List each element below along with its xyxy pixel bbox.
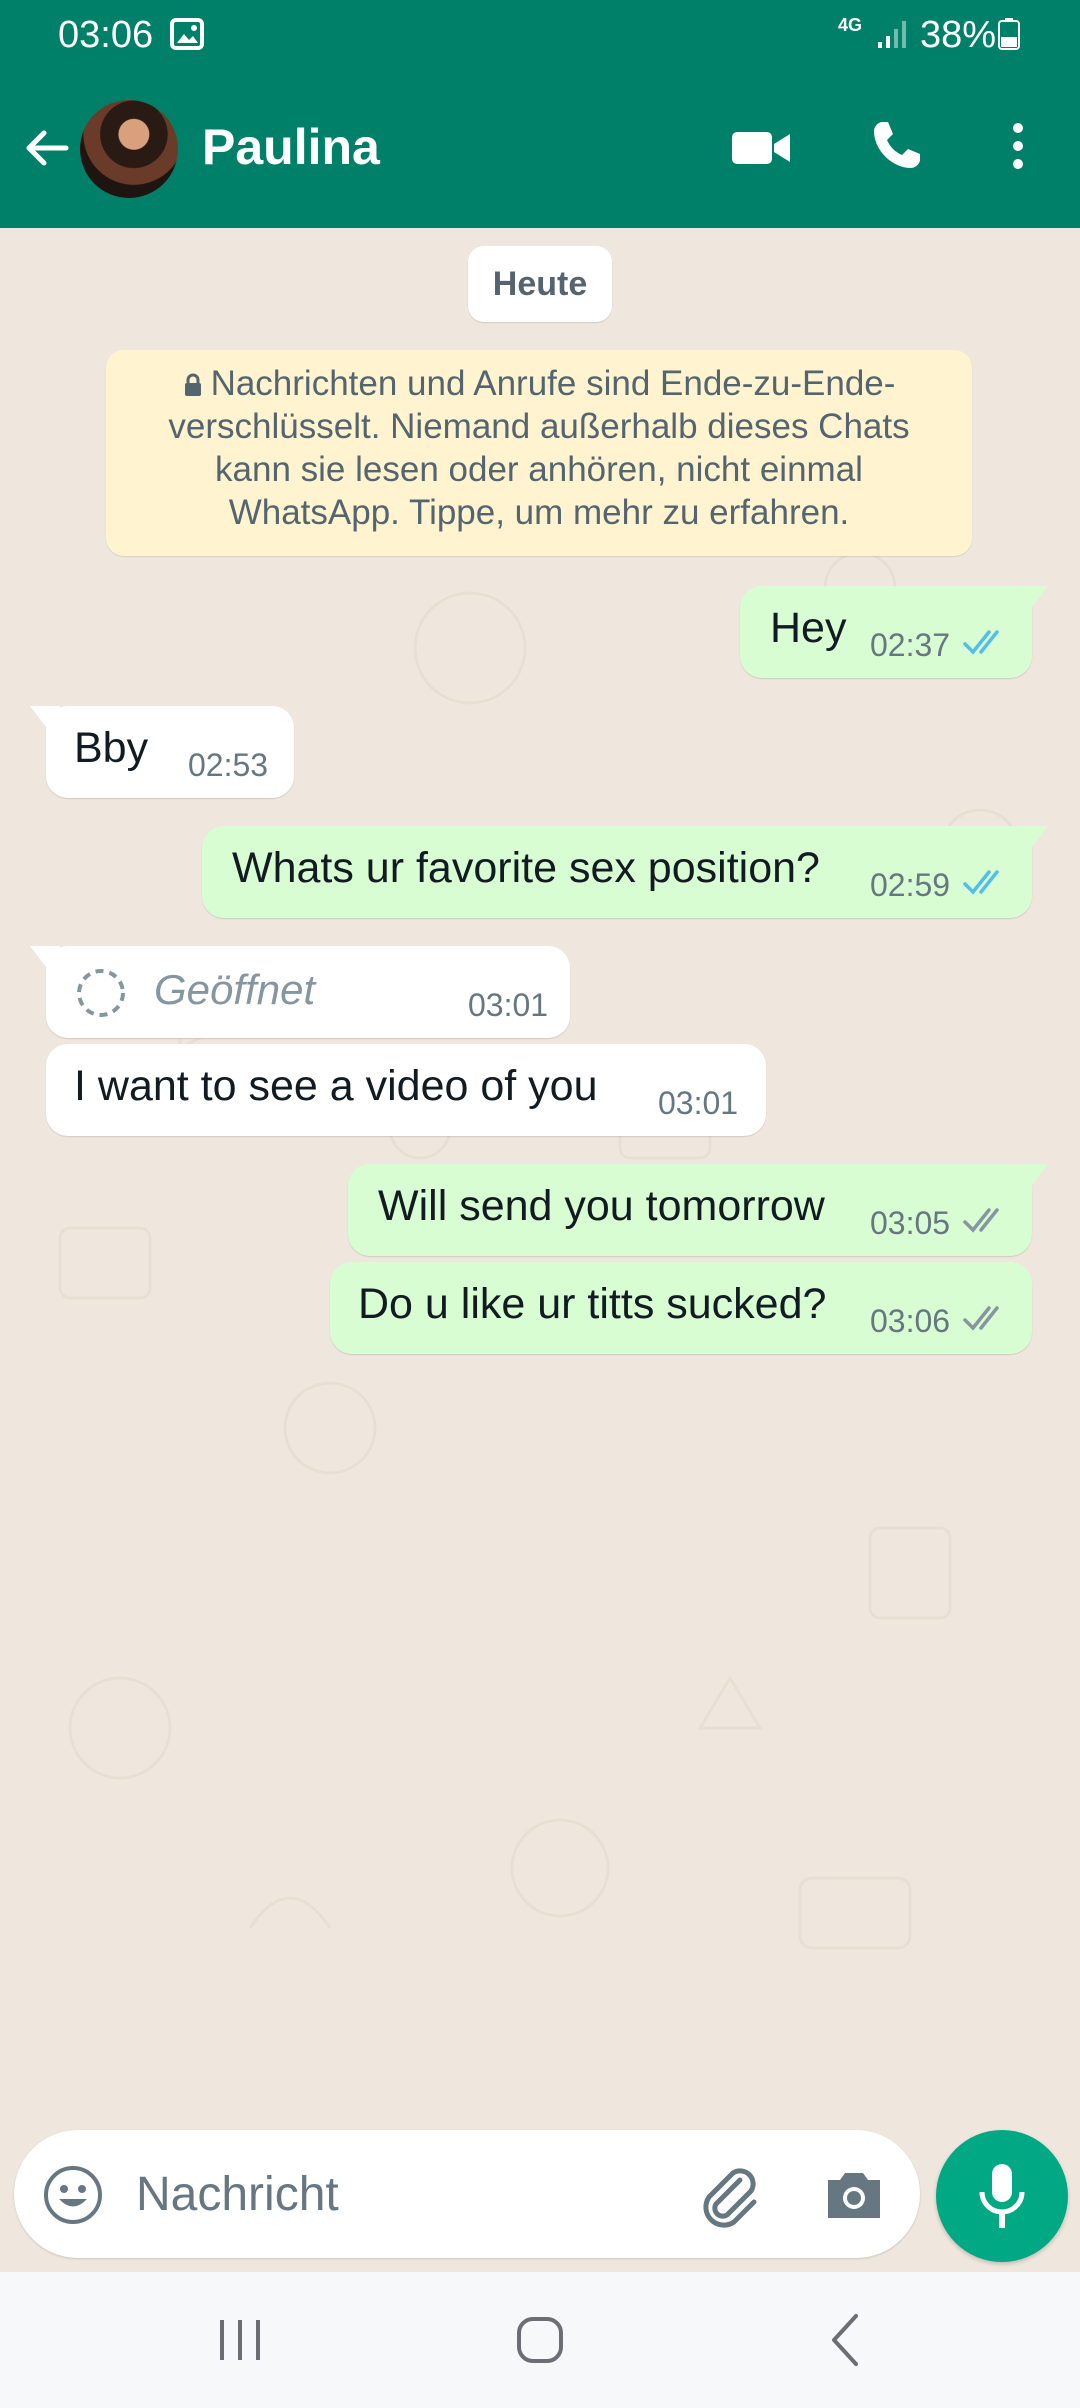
battery-level: 38% xyxy=(920,14,997,56)
contact-name[interactable]: Paulina xyxy=(202,118,380,176)
message-bubble-outgoing[interactable]: Will send you tomorrow 03:05 xyxy=(348,1164,1048,1256)
double-check-read-icon xyxy=(963,630,999,655)
message-text: Bby xyxy=(74,724,149,772)
chat-header: Paulina xyxy=(0,70,1080,228)
gallery-notification-icon xyxy=(170,18,204,50)
view-once-opened-bubble[interactable]: Geöffnet 03:01 xyxy=(30,946,570,1038)
double-check-read-icon xyxy=(963,870,999,895)
lock-icon xyxy=(184,373,201,396)
camera-icon[interactable] xyxy=(822,2162,886,2226)
bubble-tail xyxy=(30,706,60,732)
message-text: Hey xyxy=(770,604,847,652)
recent-apps-icon[interactable] xyxy=(210,2312,270,2368)
phone-icon[interactable] xyxy=(866,116,926,176)
status-bar: 03:06 4G 38% xyxy=(0,0,1080,70)
date-chip: Heute xyxy=(468,246,612,322)
emoji-icon[interactable] xyxy=(42,2164,104,2226)
status-time: 03:06 xyxy=(58,14,154,56)
message-bubble-outgoing[interactable]: Whats ur favorite sex position? 02:59 xyxy=(202,826,1048,918)
message-text: Whats ur favorite sex position? xyxy=(232,844,820,892)
message-time: 03:05 xyxy=(870,1205,951,1241)
microphone-icon xyxy=(979,2164,1025,2228)
encryption-notice-text: Nachrichten und Anrufe sind Ende-zu-Ende… xyxy=(168,364,910,532)
bubble-tail xyxy=(30,946,60,972)
message-bubble-outgoing[interactable]: Hey 02:37 xyxy=(740,586,1048,678)
encryption-notice[interactable]: Nachrichten und Anrufe sind Ende-zu-Ende… xyxy=(106,350,972,556)
paperclip-icon[interactable] xyxy=(694,2160,764,2230)
message-composer xyxy=(14,2130,920,2258)
video-camera-icon[interactable] xyxy=(730,120,794,176)
message-time: 03:01 xyxy=(468,987,549,1023)
double-check-delivered-icon xyxy=(963,1208,999,1233)
more-vertical-icon[interactable] xyxy=(990,116,1046,176)
nav-back-icon[interactable] xyxy=(816,2308,876,2372)
message-bubble-incoming[interactable]: I want to see a video of you 03:01 xyxy=(46,1044,766,1136)
system-navigation-bar xyxy=(0,2272,1080,2408)
double-check-delivered-icon xyxy=(963,1306,999,1331)
message-text: Do u like ur titts sucked? xyxy=(358,1280,827,1328)
message-bubble-incoming[interactable]: Bby 02:53 xyxy=(30,706,294,798)
message-time: 02:37 xyxy=(870,627,951,663)
contact-avatar[interactable] xyxy=(80,100,178,198)
message-time: 03:06 xyxy=(870,1303,951,1339)
message-bubble-outgoing[interactable]: Do u like ur titts sucked? 03:06 xyxy=(330,1262,1032,1354)
bubble-tail xyxy=(1018,1164,1048,1190)
microphone-button[interactable] xyxy=(936,2130,1068,2262)
message-time: 02:53 xyxy=(188,747,269,783)
message-input[interactable] xyxy=(136,2166,676,2222)
message-time: 03:01 xyxy=(658,1085,739,1121)
view-once-icon xyxy=(77,969,125,1017)
message-time: 02:59 xyxy=(870,867,951,903)
bubble-tail xyxy=(1018,586,1048,612)
signal-icon xyxy=(878,21,906,48)
home-icon[interactable] xyxy=(510,2310,570,2370)
network-type: 4G xyxy=(838,15,863,35)
message-text: Will send you tomorrow xyxy=(378,1182,825,1230)
bubble-tail xyxy=(1018,826,1048,852)
message-text: I want to see a video of you xyxy=(74,1062,598,1110)
battery-icon xyxy=(998,18,1020,50)
arrow-left-icon[interactable] xyxy=(18,120,74,176)
message-list[interactable]: Heute Nachrichten und Anrufe sind Ende-z… xyxy=(0,228,1080,2108)
view-once-label: Geöffnet xyxy=(154,966,316,1013)
